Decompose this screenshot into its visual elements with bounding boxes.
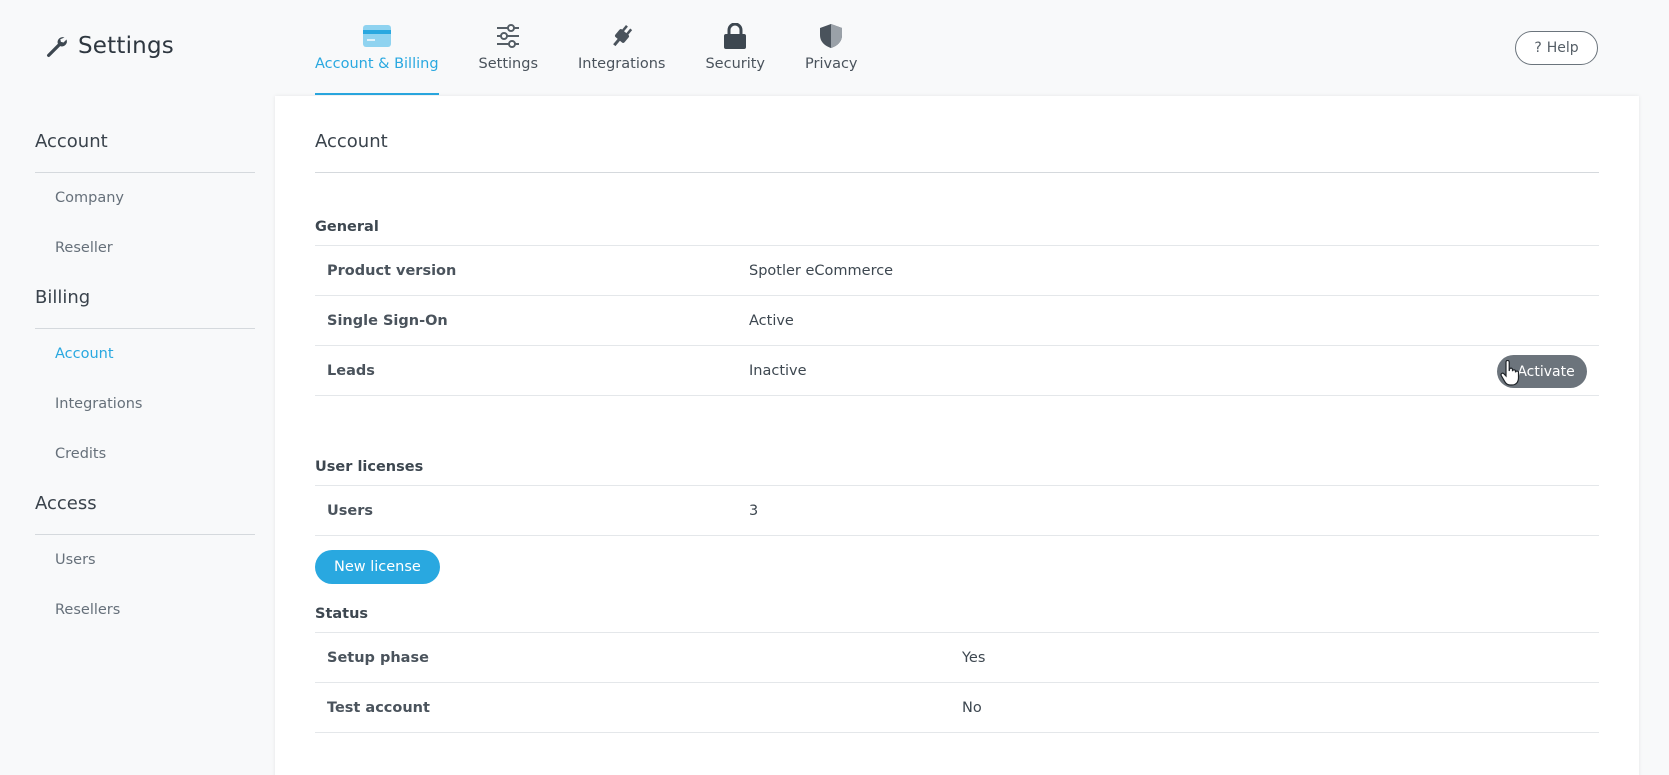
tab-privacy[interactable]: Privacy bbox=[805, 0, 858, 96]
shield-icon bbox=[816, 22, 846, 50]
table-row: Users 3 bbox=[315, 486, 1599, 536]
tab-integrations[interactable]: Integrations bbox=[578, 0, 665, 96]
main-panel: Account General Product version Spotler … bbox=[275, 96, 1639, 775]
tab-label: Privacy bbox=[805, 56, 858, 72]
row-value: Inactive bbox=[749, 362, 807, 379]
section-heading-user-licenses: User licenses bbox=[315, 436, 1599, 486]
table-row: Leads Inactive Activate bbox=[315, 346, 1599, 396]
top-bar: Settings Account & Billing Settings Inte… bbox=[0, 0, 1669, 96]
tab-account-billing[interactable]: Account & Billing bbox=[315, 0, 439, 96]
sliders-icon bbox=[493, 22, 523, 50]
tab-settings[interactable]: Settings bbox=[479, 0, 538, 96]
row-value: Yes bbox=[962, 649, 986, 666]
activate-button[interactable]: Activate bbox=[1497, 355, 1587, 388]
tab-label: Security bbox=[705, 56, 766, 72]
question-icon: ? bbox=[1534, 40, 1542, 56]
row-key: Single Sign-On bbox=[327, 312, 448, 329]
main-nav: Account & Billing Settings Integrations … bbox=[315, 0, 898, 96]
row-key: Leads bbox=[327, 362, 375, 379]
brand: Settings bbox=[44, 33, 174, 59]
section-heading-status: Status bbox=[315, 584, 1599, 633]
row-key: Users bbox=[327, 502, 374, 519]
row-value: 3 bbox=[749, 502, 759, 519]
table-row: Test account No bbox=[315, 683, 1599, 733]
help-button[interactable]: ? Help bbox=[1515, 31, 1598, 65]
row-key: Setup phase bbox=[327, 649, 429, 666]
table-row: Product version Spotler eCommerce bbox=[315, 246, 1599, 296]
row-key: Test account bbox=[327, 699, 430, 716]
plug-icon bbox=[607, 22, 637, 50]
credit-card-icon bbox=[362, 22, 392, 50]
tab-security[interactable]: Security bbox=[705, 0, 765, 96]
tab-label: Settings bbox=[478, 56, 539, 72]
sidebar: Account Company Reseller Billing Account… bbox=[35, 96, 255, 635]
sidebar-item-resellers[interactable]: Resellers bbox=[35, 585, 255, 635]
panel-content: Account General Product version Spotler … bbox=[315, 96, 1599, 733]
sidebar-item-reseller[interactable]: Reseller bbox=[35, 223, 255, 273]
sidebar-item-integrations[interactable]: Integrations bbox=[35, 379, 255, 429]
sidebar-item-credits[interactable]: Credits bbox=[35, 429, 255, 479]
sidebar-heading-access: Access bbox=[35, 479, 255, 535]
table-row: Setup phase Yes bbox=[315, 633, 1599, 683]
panel-title: Account bbox=[315, 96, 1599, 173]
sidebar-item-company[interactable]: Company bbox=[35, 173, 255, 223]
new-license-button[interactable]: New license bbox=[315, 550, 440, 584]
tab-label: Integrations bbox=[578, 56, 666, 72]
row-key: Product version bbox=[327, 262, 457, 279]
sidebar-heading-account: Account bbox=[35, 96, 255, 173]
row-value: No bbox=[962, 699, 982, 716]
section-heading-general: General bbox=[315, 196, 1599, 246]
sidebar-item-billing-account[interactable]: Account bbox=[35, 329, 255, 379]
page-title: Settings bbox=[78, 33, 174, 59]
tab-label: Account & Billing bbox=[315, 56, 439, 72]
lock-icon bbox=[720, 22, 750, 50]
wrench-icon bbox=[47, 37, 67, 57]
sidebar-item-users[interactable]: Users bbox=[35, 535, 255, 585]
row-value: Active bbox=[749, 312, 794, 329]
sidebar-heading-billing: Billing bbox=[35, 273, 255, 329]
help-label: Help bbox=[1546, 40, 1579, 56]
row-value: Spotler eCommerce bbox=[749, 262, 894, 279]
table-row: Single Sign-On Active bbox=[315, 296, 1599, 346]
